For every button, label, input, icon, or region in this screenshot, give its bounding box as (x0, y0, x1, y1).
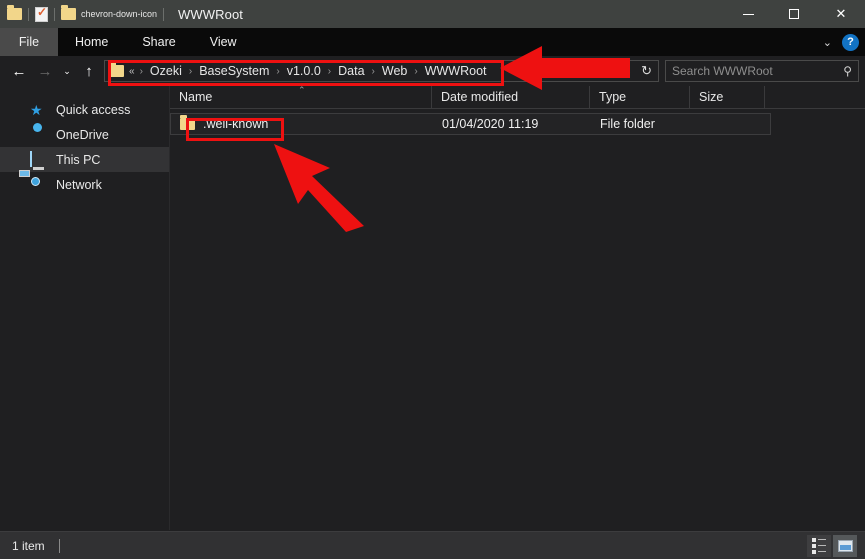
title-bar-quick-access-toolbar: chevron-down-icon (0, 5, 170, 22)
sidebar-item-onedrive[interactable]: OneDrive (0, 122, 169, 147)
search-input[interactable]: Search WWWRoot (672, 64, 843, 78)
forward-button[interactable]: → (32, 58, 58, 84)
breadcrumb: « › Ozeki › BaseSystem › v1.0.0 › Data ›… (129, 64, 489, 78)
minimize-button[interactable] (725, 0, 771, 28)
chevron-down-icon[interactable]: chevron-down-icon (81, 9, 157, 19)
file-name-label: .well-known (203, 117, 269, 131)
file-list-pane: Name Date modified Type Size ⌃ .well-kno… (170, 85, 865, 530)
back-button[interactable]: ← (6, 58, 32, 84)
maximize-icon (789, 9, 799, 19)
breadcrumb-item-basesystem[interactable]: BaseSystem (197, 64, 271, 78)
tab-home[interactable]: Home (58, 28, 125, 56)
item-count-label: 1 item (12, 538, 45, 553)
navigation-pane: ★ Quick access OneDrive This PC Network (0, 86, 170, 530)
divider (54, 7, 55, 21)
chevron-down-icon[interactable]: ⌄ (624, 66, 632, 77)
divider (28, 7, 29, 21)
sidebar-item-label: OneDrive (56, 127, 109, 142)
sidebar-item-this-pc[interactable]: This PC (0, 147, 169, 172)
sort-ascending-icon: ⌃ (298, 85, 306, 95)
file-type-cell: File folder (600, 117, 655, 131)
breadcrumb-separator: › (371, 65, 375, 77)
breadcrumb-separator: › (188, 65, 193, 77)
column-header-size[interactable]: Size (690, 85, 765, 109)
view-mode-buttons (807, 534, 865, 557)
file-name-cell[interactable]: .well-known (171, 115, 433, 131)
breadcrumb-item-wwwroot[interactable]: WWWRoot (423, 64, 489, 78)
explorer-body: ★ Quick access OneDrive This PC Network … (0, 85, 865, 530)
tab-share[interactable]: Share (125, 28, 192, 56)
help-button[interactable]: ? (842, 33, 859, 51)
ribbon-tab-bar: File Home Share View ⌄ ? (0, 28, 865, 56)
sidebar-item-label: Network (56, 177, 102, 192)
large-icons-view-button[interactable] (833, 534, 857, 557)
search-box[interactable]: Search WWWRoot ⚲ (665, 60, 859, 82)
folder-icon (7, 5, 22, 20)
address-toolbar: ← → ⌄ ↑ « › Ozeki › BaseSystem › v1.0.0 … (0, 56, 865, 86)
details-view-button[interactable] (807, 534, 831, 557)
breadcrumb-item-data[interactable]: Data (336, 64, 366, 78)
address-bar-actions: ⌄ ↻ (624, 63, 654, 79)
refresh-icon[interactable]: ↻ (641, 63, 652, 79)
ribbon-right-controls: ⌄ ? (823, 28, 859, 56)
folder-icon (109, 62, 124, 77)
recent-locations-button[interactable]: ⌄ (58, 58, 76, 84)
address-bar[interactable]: « › Ozeki › BaseSystem › v1.0.0 › Data ›… (104, 60, 659, 82)
close-button[interactable]: ✕ (817, 0, 865, 28)
document-check-icon[interactable] (35, 5, 48, 22)
file-explorer-window: chevron-down-icon WWWRoot ✕ File Home Sh… (0, 0, 865, 559)
minimize-icon (742, 13, 754, 15)
monitor-icon (30, 150, 47, 168)
large-icons-view-icon (837, 539, 853, 552)
star-icon: ★ (30, 101, 43, 118)
search-icon[interactable]: ⚲ (843, 64, 852, 78)
network-icon (19, 169, 47, 193)
breadcrumb-separator: › (276, 65, 280, 77)
divider (163, 7, 165, 21)
up-button[interactable]: ↑ (76, 58, 102, 84)
close-icon: ✕ (835, 6, 847, 21)
breadcrumb-item-web[interactable]: Web (380, 64, 409, 78)
sidebar-item-quick-access[interactable]: ★ Quick access (0, 97, 169, 122)
file-date-cell: 01/04/2020 11:19 (442, 117, 539, 131)
status-bar: 1 item (0, 531, 865, 559)
breadcrumb-separator: › (327, 65, 332, 77)
breadcrumb-item-v100[interactable]: v1.0.0 (285, 64, 323, 78)
title-bar: chevron-down-icon WWWRoot ✕ (0, 0, 865, 28)
tab-file[interactable]: File (0, 28, 58, 56)
details-view-icon (812, 537, 826, 554)
column-header-row: Name Date modified Type Size ⌃ (170, 85, 865, 109)
breadcrumb-separator: › (414, 65, 418, 77)
maximize-button[interactable] (771, 0, 817, 28)
table-row[interactable]: .well-known 01/04/2020 11:19 File folder (170, 113, 771, 135)
chevron-down-icon[interactable]: ⌄ (823, 36, 832, 49)
breadcrumb-item-ozeki[interactable]: Ozeki (148, 64, 184, 78)
folder-icon (180, 115, 195, 130)
window-title: WWWRoot (178, 6, 244, 22)
sidebar-item-label: Quick access (56, 102, 131, 117)
cloud-icon (30, 127, 47, 143)
breadcrumb-separator: › (139, 65, 143, 77)
sidebar-item-label: This PC (56, 152, 101, 167)
column-header-date-modified[interactable]: Date modified (432, 85, 590, 109)
window-controls: ✕ (725, 0, 865, 28)
tab-view[interactable]: View (193, 28, 254, 56)
divider (58, 538, 60, 553)
folder-icon[interactable] (61, 5, 76, 20)
sidebar-item-network[interactable]: Network (0, 169, 169, 197)
column-header-type[interactable]: Type (590, 85, 690, 109)
